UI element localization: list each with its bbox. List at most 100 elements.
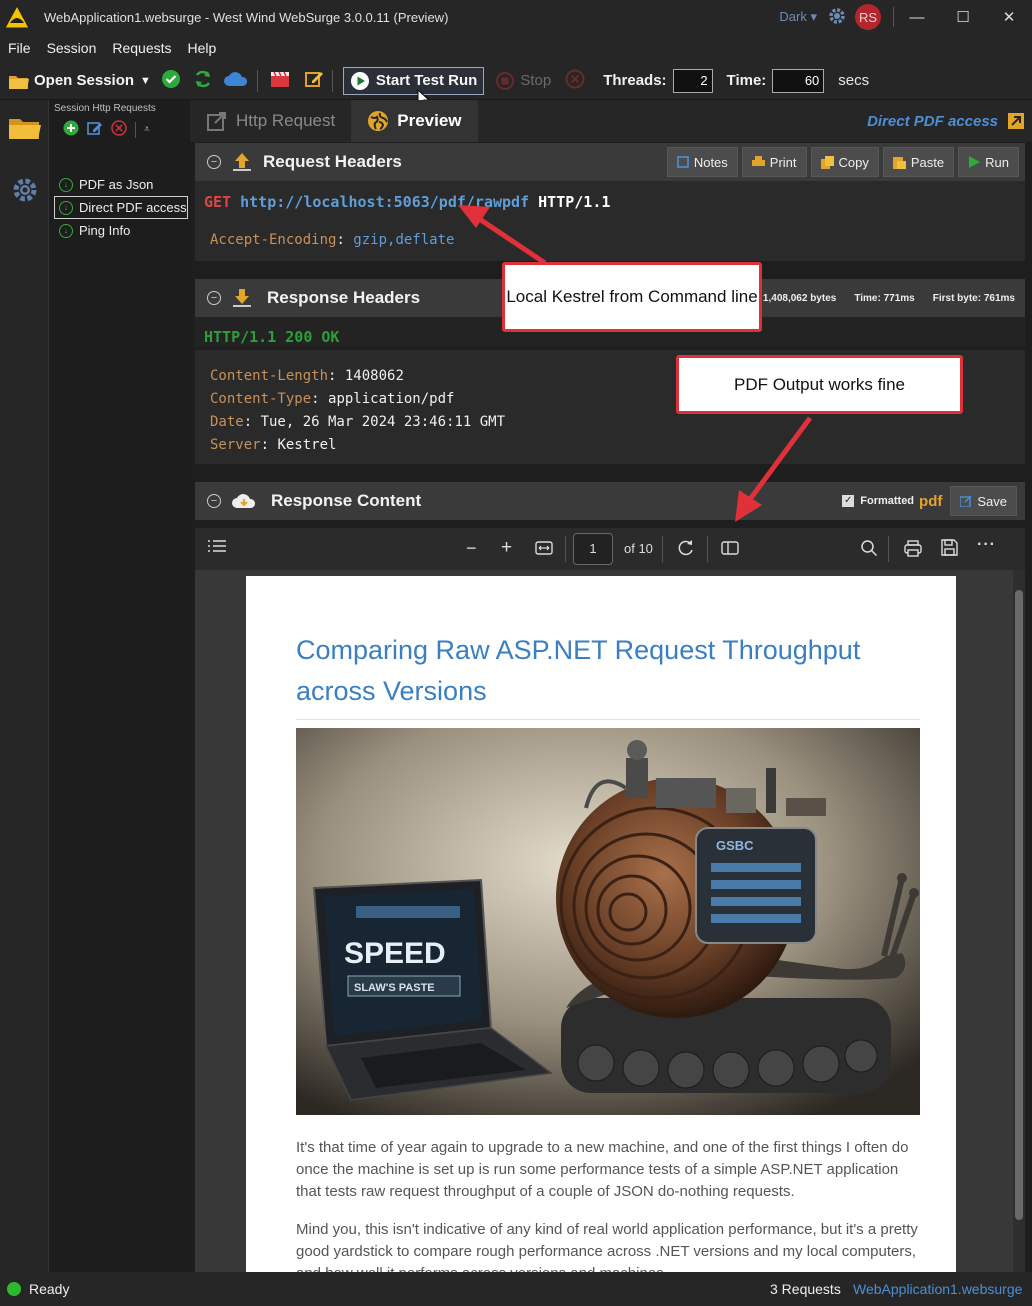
pdf-paragraph-2: Mind you, this isn't indicative of any k…	[296, 1221, 918, 1272]
tab-preview[interactable]: Preview	[351, 100, 478, 142]
settings-gear-icon[interactable]	[827, 6, 847, 29]
save-external-icon	[960, 495, 972, 507]
request-headers-header: − Request Headers Notes Print Copy Paste…	[195, 143, 1025, 181]
maximize-button[interactable]: ☐	[940, 0, 986, 34]
print-icon[interactable]	[904, 539, 922, 560]
pdf-toolbar-separator	[888, 536, 889, 562]
request-name-label: Direct PDF access	[867, 112, 998, 130]
http-protocol: HTTP/1.1	[538, 193, 611, 211]
response-content-header: − Response Content ✓ Formatted pdf Save	[195, 482, 1025, 520]
tab-http-request[interactable]: Http Request	[190, 100, 351, 142]
rotate-icon[interactable]	[677, 539, 695, 560]
pdf-toolbar-separator	[565, 536, 566, 562]
pdf-document-view[interactable]: Comparing Raw ASP.NET Request Throughput…	[195, 570, 1025, 1272]
delete-request-icon[interactable]	[111, 120, 127, 139]
page-view-icon[interactable]	[721, 540, 739, 559]
save-disk-icon[interactable]	[941, 539, 958, 559]
start-test-run-button[interactable]: Start Test Run	[342, 66, 485, 95]
app-logo-icon	[0, 0, 34, 34]
request-count: 3 Requests	[770, 1281, 841, 1297]
start-test-run-label: Start Test Run	[375, 72, 478, 89]
copy-button[interactable]: Copy	[810, 147, 879, 177]
sort-dropdown-icon[interactable]: ⩡	[144, 124, 150, 135]
request-item-ping-info[interactable]: ↓ Ping Info	[49, 219, 190, 242]
request-line: GET http://localhost:5063/pdf/rawpdf HTT…	[204, 193, 610, 211]
folder-icon	[9, 75, 29, 89]
zoom-out-button[interactable]: −	[466, 538, 477, 559]
edit-icon[interactable]	[304, 69, 324, 92]
print-button[interactable]: Print	[741, 147, 807, 177]
menu-session[interactable]: Session	[47, 40, 97, 56]
add-request-icon[interactable]	[63, 120, 79, 139]
collapse-icon[interactable]: −	[207, 155, 221, 169]
status-bar: Ready 3 Requests WebApplication1.websurg…	[0, 1272, 1032, 1306]
response-size: 1,408,062 bytes	[762, 292, 837, 304]
fit-width-icon[interactable]	[535, 540, 553, 559]
menu-requests[interactable]: Requests	[112, 40, 171, 56]
paste-label: Paste	[910, 154, 945, 170]
formatted-checkbox[interactable]: ✓	[842, 495, 855, 507]
user-avatar[interactable]: RS	[855, 4, 881, 30]
pdf-scrollbar[interactable]	[1013, 570, 1025, 1272]
first-byte-value: 761ms	[983, 292, 1015, 304]
header-key: Accept-Encoding	[210, 232, 337, 248]
minimize-button[interactable]: —	[894, 0, 940, 34]
collapse-icon[interactable]: −	[207, 291, 221, 305]
external-edit-icon	[207, 112, 226, 131]
open-folder-icon[interactable]	[8, 114, 42, 145]
request-item-label: Ping Info	[79, 223, 131, 238]
play-icon	[350, 71, 369, 90]
cloud-icon[interactable]	[223, 70, 249, 91]
sidebar-toolbar: ⩡	[63, 120, 190, 139]
run-label: Run	[985, 154, 1009, 170]
request-item-pdf-as-json[interactable]: ↓ PDF as Json	[49, 173, 190, 196]
pdf-output-callout: PDF Output works fine	[676, 355, 963, 414]
cancel-circle-icon[interactable]	[565, 69, 585, 92]
threads-label: Threads:	[603, 72, 667, 89]
pdf-document-title: Comparing Raw ASP.NET Request Throughput…	[296, 635, 861, 706]
request-name-link[interactable]: Direct PDF access	[867, 113, 1024, 130]
request-url[interactable]: http://localhost:5063/pdf/rawpdf	[240, 193, 529, 211]
zoom-in-button[interactable]: +	[501, 537, 512, 559]
save-button[interactable]: Save	[950, 486, 1017, 516]
pdf-toolbar-separator	[707, 536, 708, 562]
response-header-line: Content-Type: application/pdf	[210, 391, 455, 407]
threads-input[interactable]: 2	[672, 68, 713, 93]
collapse-icon[interactable]: −	[207, 494, 221, 508]
paste-button[interactable]: Paste	[882, 147, 955, 177]
status-text: Ready	[29, 1281, 70, 1297]
time-input[interactable]: 60	[772, 68, 825, 93]
request-item-direct-pdf-access[interactable]: ↓ Direct PDF access	[54, 196, 188, 219]
response-header-line: Date: Tue, 26 Mar 2024 23:46:11 GMT	[210, 414, 506, 430]
formatted-label: Formatted	[860, 495, 915, 507]
menu-help[interactable]: Help	[188, 40, 217, 56]
chevron-down-icon[interactable]: ▼	[140, 75, 151, 87]
edit-request-icon[interactable]	[87, 120, 103, 139]
gear-icon[interactable]	[10, 175, 40, 208]
close-button[interactable]: ✕	[986, 0, 1032, 34]
cloud-download-icon	[232, 494, 256, 508]
session-file-link[interactable]: WebApplication1.websurge	[853, 1281, 1022, 1297]
download-status-icon: ↓	[59, 200, 73, 215]
refresh-icon[interactable]	[193, 69, 213, 92]
theme-selector[interactable]: Dark ▾	[779, 9, 817, 25]
http-method: GET	[204, 193, 232, 211]
run-button[interactable]: Run	[958, 147, 1019, 177]
download-status-icon: ↓	[59, 223, 73, 238]
pdf-scrollbar-thumb[interactable]	[1015, 590, 1023, 1220]
search-icon[interactable]	[860, 539, 878, 560]
menu-file[interactable]: File	[8, 40, 31, 56]
notes-button[interactable]: Notes	[666, 147, 738, 177]
stop-button[interactable]: Stop	[496, 71, 551, 90]
page-number-input[interactable]: 1	[573, 533, 613, 565]
toolbar-separator	[256, 69, 258, 92]
tab-preview-label: Preview	[397, 111, 462, 130]
check-circle-icon[interactable]	[161, 69, 181, 92]
time-unit-label: secs	[838, 72, 870, 89]
status-line: HTTP/1.1 200 OK	[204, 328, 340, 346]
outline-list-icon[interactable]	[208, 539, 226, 556]
clapper-icon[interactable]	[270, 70, 290, 91]
window-title: WebApplication1.websurge - West Wind Web…	[44, 9, 449, 25]
open-session-button[interactable]: Open Session ▼	[8, 72, 151, 90]
more-options-button[interactable]: ···	[977, 536, 996, 554]
